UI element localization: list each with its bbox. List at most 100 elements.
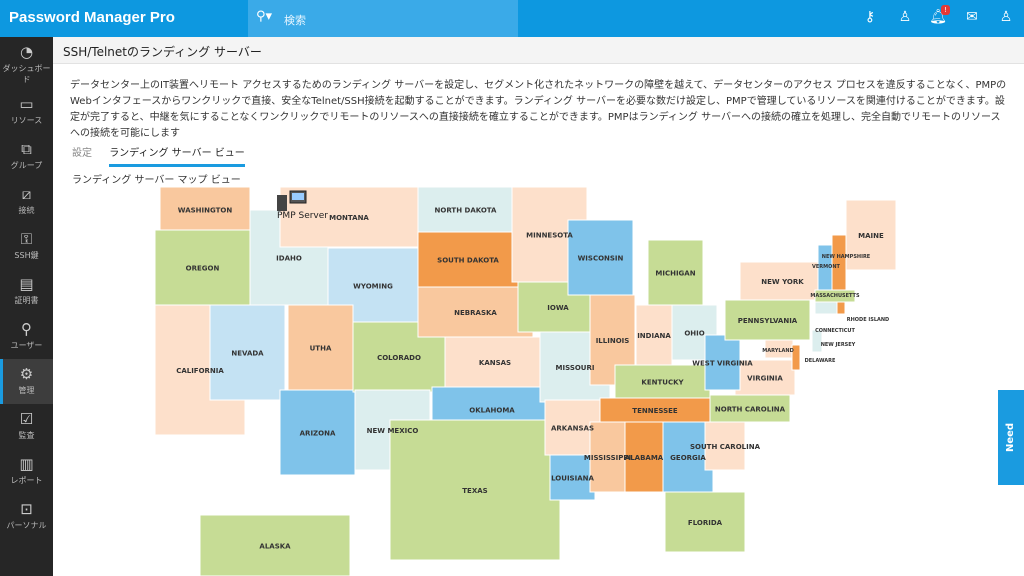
state-label: MARYLAND	[762, 348, 793, 354]
state-label: ILLINOIS	[596, 337, 630, 345]
need-assistance-button[interactable]: Need Assistance?	[998, 390, 1024, 485]
tabs: 設定 ランディング サーバー ビュー	[72, 144, 259, 167]
server-label: PMP Server	[277, 211, 328, 221]
profile-icon[interactable]: ♙	[996, 9, 1016, 29]
state-label: SOUTH DAKOTA	[437, 257, 499, 265]
sidebar-item-user[interactable]: ⚲ ユーザー	[0, 314, 53, 359]
sidebar-item-label: 監査	[18, 431, 35, 440]
page-title-bar: SSH/Telnetのランディング サーバー	[53, 37, 1024, 64]
state-label: ALASKA	[259, 543, 291, 551]
sidebar-item-label: パーソナル	[6, 521, 47, 530]
sidebar-item-clipboard[interactable]: ☑ 監査	[0, 404, 53, 449]
app-logo[interactable]: Password Manager Pro	[9, 9, 175, 26]
sidebar-item-label: レポート	[10, 476, 43, 485]
clipboard-icon: ☑	[19, 410, 34, 428]
state-label: INDIANA	[637, 332, 671, 340]
sidebar-item-personal[interactable]: ⊡ パーソナル	[0, 494, 53, 539]
sidebar-item-certificate[interactable]: ▤ 証明書	[0, 269, 53, 314]
state-label: NEW JERSEY	[821, 342, 856, 348]
monitor-icon: ▭	[19, 95, 34, 113]
state-label: KENTUCKY	[641, 379, 684, 387]
state-label: IOWA	[547, 304, 569, 312]
sidebar-item-label: リソース	[10, 116, 43, 125]
sidebar-item-label: 証明書	[14, 296, 39, 305]
page-title: SSH/Telnetのランディング サーバー	[63, 45, 262, 59]
state-label: SOUTH CAROLINA	[690, 443, 761, 451]
state-label: VERMONT	[812, 264, 841, 270]
sidebar-item-label: ユーザー	[10, 341, 43, 350]
state-label: TENNESSEE	[632, 407, 678, 415]
state-label: FLORIDA	[688, 519, 723, 527]
sidebar-item-label: ダッシュボード	[2, 64, 51, 84]
state-label: NORTH DAKOTA	[435, 207, 497, 215]
state-label: MISSOURI	[556, 364, 595, 372]
state-label: NEVADA	[231, 350, 264, 358]
state-label: UTHA	[310, 345, 332, 353]
state-rhode-island[interactable]	[836, 301, 846, 315]
state-label: RHODE ISLAND	[847, 317, 889, 323]
notification-badge: !	[941, 5, 950, 15]
search-input[interactable]: 検索	[284, 12, 306, 28]
bell-icon[interactable]: 🔔︎!	[928, 5, 950, 29]
state-label: KANSAS	[479, 359, 511, 367]
state-label: MAINE	[858, 232, 884, 240]
state-label: WASHINGTON	[178, 207, 233, 215]
certificate-icon: ▤	[19, 275, 34, 293]
state-label: CONNECTICUT	[815, 328, 855, 334]
state-label: TEXAS	[462, 487, 487, 495]
page-description: データセンター上のIT装置へリモート アクセスするためのランディング サーバーを…	[70, 80, 1007, 139]
groups-icon: ⧉	[21, 140, 32, 158]
state-label: COLORADO	[377, 354, 421, 362]
state-label: VIRGINIA	[747, 375, 783, 383]
state-label: OHIO	[684, 330, 704, 338]
state-label: ARIZONA	[300, 430, 336, 438]
mail-icon[interactable]: ✉	[962, 9, 982, 29]
search-icon[interactable]: ⚲▾	[256, 9, 272, 24]
sidebar-item-ssh-key[interactable]: ⚿ SSH鍵	[0, 224, 53, 269]
sidebar-item-groups[interactable]: ⧉ グループ	[0, 134, 53, 179]
state-label: MICHIGAN	[655, 270, 695, 278]
sidebar-item-gear[interactable]: ⚙ 管理	[0, 359, 53, 404]
sidebar-item-label: 管理	[18, 386, 35, 395]
personal-icon: ⊡	[20, 500, 33, 518]
us-map: WASHINGTON OREGON CALIFORNIA NEVADA IDAHO MON…	[154, 187, 897, 576]
state-label: NEBRASKA	[454, 309, 497, 317]
state-label: GEORGIA	[670, 454, 706, 462]
sidebar-item-label: グループ	[10, 161, 43, 170]
sidebar-item-report[interactable]: ▥ レポート	[0, 449, 53, 494]
tab-settings[interactable]: 設定	[72, 148, 92, 159]
sidebar-item-monitor[interactable]: ▭ リソース	[0, 89, 53, 134]
sidebar: ◔ ダッシュボード ▭ リソース ⧉ グループ ⧄ 接続 ⚿ SSH鍵 ▤ 証明書 ⚲ ユーザー ⚙ 管理 ☑ 監…	[0, 37, 53, 576]
sidebar-item-connection[interactable]: ⧄ 接続	[0, 179, 53, 224]
state-label: CALIFORNIA	[176, 367, 224, 375]
sidebar-item-dashboard[interactable]: ◔ ダッシュボード	[0, 37, 53, 89]
connection-icon: ⧄	[21, 185, 32, 203]
search-bar[interactable]: ⚲▾ 検索	[248, 0, 518, 37]
state-label: MASSACHUSETTS	[810, 293, 860, 299]
sidebar-item-label: 接続	[18, 206, 35, 215]
dashboard-icon: ◔	[19, 43, 34, 61]
state-label: WISCONSIN	[578, 255, 624, 263]
state-label: ALABAMA	[625, 454, 664, 462]
state-label: LOUISIANA	[551, 475, 594, 483]
state-label: NEW MEXICO	[367, 427, 419, 435]
top-header: Password Manager Pro ⚲▾ 検索 ⚷ ♙ 🔔︎! ✉ ♙	[0, 0, 1024, 37]
tab-landing-server-view[interactable]: ランディング サーバー ビュー	[109, 148, 245, 167]
state-label: NEW HAMPSHIRE	[822, 254, 871, 260]
state-label: OKLAHOMA	[469, 407, 515, 415]
state-label: IDAHO	[276, 255, 302, 263]
state-label: ARKANSAS	[551, 425, 594, 433]
state-new-hampshire[interactable]	[831, 234, 847, 291]
user-add-icon[interactable]: ♙	[895, 9, 915, 29]
state-connecticut[interactable]	[814, 301, 838, 315]
state-label: WYOMING	[353, 283, 393, 291]
state-label: NEW YORK	[761, 278, 804, 286]
state-label: PENNSYLVANIA	[738, 317, 798, 325]
report-icon: ▥	[19, 455, 34, 473]
gear-icon: ⚙	[19, 365, 34, 383]
state-label: MONTANA	[329, 214, 369, 222]
user-icon: ⚲	[21, 320, 32, 338]
key-launch-icon[interactable]: ⚷	[860, 9, 880, 29]
state-label: DELAWARE	[805, 358, 836, 364]
ssh-key-icon: ⚿	[20, 230, 33, 248]
